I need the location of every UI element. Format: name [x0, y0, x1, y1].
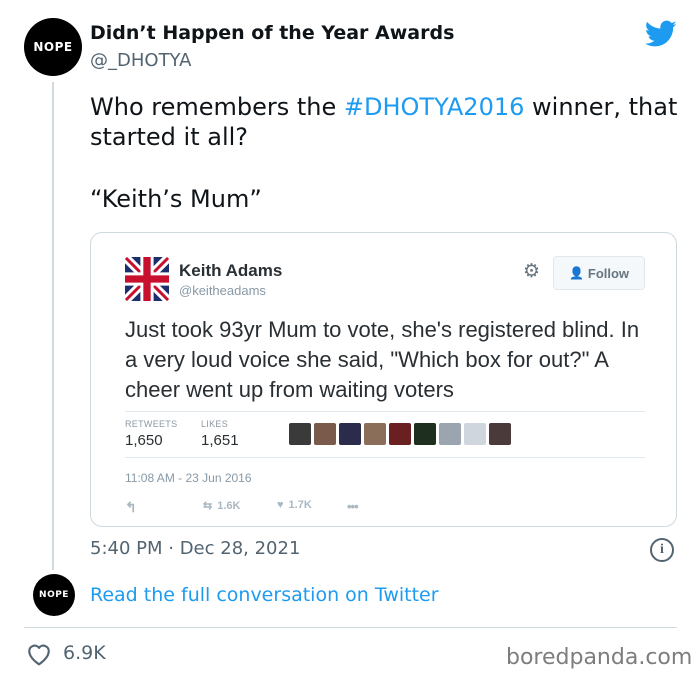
- likes-stat: LIKES 1,651: [201, 419, 239, 449]
- watermark: boredpanda.com: [506, 645, 693, 670]
- likes-label: LIKES: [201, 419, 229, 429]
- retweets-stat: RETWEETS 1,650: [125, 419, 177, 449]
- embedded-tweet-text: Just took 93yr Mum to vote, she's regist…: [125, 317, 640, 402]
- author-avatar[interactable]: NOPE: [24, 18, 82, 76]
- retweet-action: ⇆ 1.6K: [203, 499, 241, 513]
- retweets-value: 1,650: [125, 432, 163, 449]
- author-avatar-small[interactable]: NOPE: [33, 574, 75, 616]
- divider: [125, 457, 645, 458]
- more-icon: •••: [347, 499, 359, 514]
- read-conversation-link[interactable]: Read the full conversation on Twitter: [90, 584, 439, 606]
- liker-avatar: [489, 423, 511, 445]
- add-user-icon: 👤: [568, 266, 584, 280]
- gear-icon: ⚙: [523, 260, 541, 282]
- heart-icon[interactable]: [26, 642, 52, 666]
- retweet-count: 1.6K: [217, 499, 241, 512]
- author-handle[interactable]: @_DHOTYA: [90, 50, 191, 71]
- like-count[interactable]: 6.9K: [63, 642, 106, 664]
- liker-avatar: [289, 423, 311, 445]
- embedded-timestamp: 11:08 AM - 23 Jun 2016: [125, 471, 252, 485]
- reply-icon: ↰: [125, 499, 137, 515]
- divider: [24, 627, 677, 628]
- liker-avatar: [314, 423, 336, 445]
- tweet-text: Who remembers the #DHOTYA2016 winner, th…: [90, 92, 680, 152]
- info-icon[interactable]: i: [650, 538, 674, 562]
- liker-avatar: [464, 423, 486, 445]
- follow-label: Follow: [587, 265, 630, 281]
- hashtag-link[interactable]: #DHOTYA2016: [344, 93, 524, 121]
- retweets-label: RETWEETS: [125, 419, 178, 429]
- union-flag-avatar: [125, 257, 169, 301]
- heart-icon: ♥: [277, 499, 284, 511]
- liker-avatar: [439, 423, 461, 445]
- thread-line: [52, 82, 54, 570]
- embedded-author-name: Keith Adams: [179, 261, 283, 280]
- follow-button: 👤 Follow: [553, 256, 645, 290]
- likes-value: 1,651: [201, 432, 239, 449]
- like-action: ♥ 1.7K: [277, 499, 312, 511]
- retweet-icon: ⇆: [203, 500, 213, 512]
- embedded-author-handle: @keitheadams: [179, 283, 266, 298]
- embedded-tweet-image[interactable]: Keith Adams @keitheadams ⚙ 👤 Follow Just…: [90, 232, 677, 527]
- divider: [125, 411, 645, 412]
- author-name[interactable]: Didn’t Happen of the Year Awards: [90, 22, 454, 44]
- tweet-quote: “Keith’s Mum”: [90, 185, 262, 213]
- liker-avatar: [414, 423, 436, 445]
- liker-avatar: [389, 423, 411, 445]
- twitter-bird-icon[interactable]: [645, 20, 677, 48]
- liker-avatar: [339, 423, 361, 445]
- likers-avatars: [289, 423, 511, 445]
- tweet-date[interactable]: 5:40 PM · Dec 28, 2021: [90, 538, 300, 559]
- tweet-text-before: Who remembers the: [90, 93, 344, 121]
- liker-avatar: [364, 423, 386, 445]
- like-count-embedded: 1.7K: [288, 499, 312, 511]
